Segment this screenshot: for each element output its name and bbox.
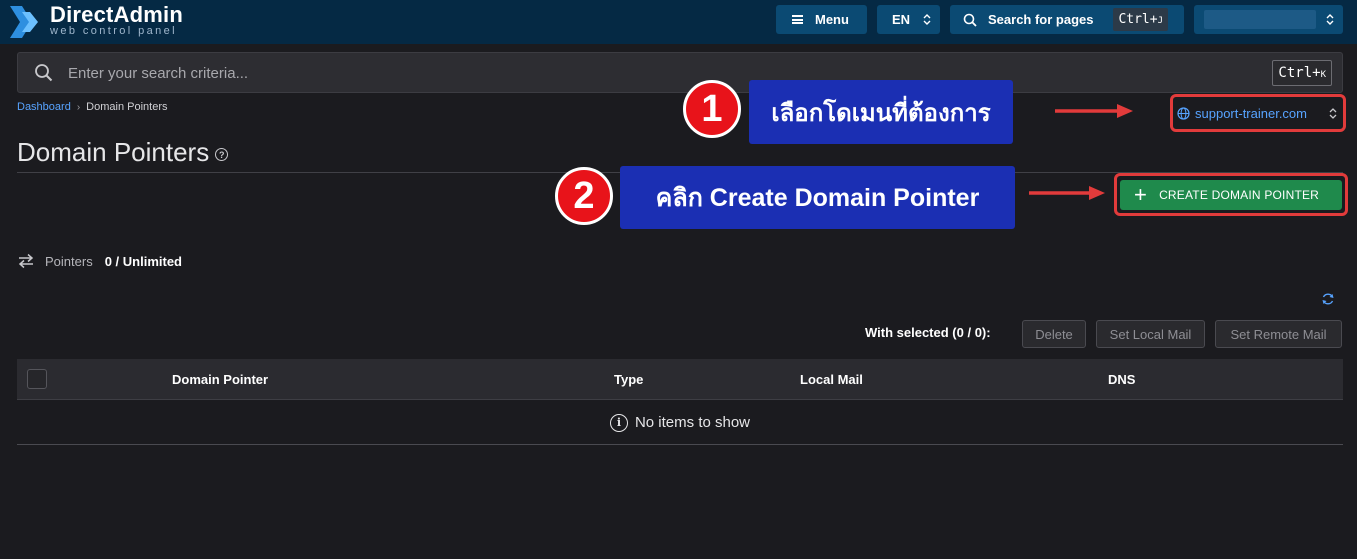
pointers-stat: Pointers 0 / Unlimited <box>17 253 182 269</box>
language-select[interactable]: EN <box>877 5 940 34</box>
directadmin-logo-icon <box>10 6 38 38</box>
step-2-callout: คลิก Create Domain Pointer <box>620 166 1015 229</box>
swap-arrows-icon <box>18 253 34 269</box>
domain-selector[interactable]: support-trainer.com <box>1177 102 1339 124</box>
select-all-checkbox[interactable] <box>27 369 47 389</box>
chevron-right-icon: › <box>76 101 81 113</box>
breadcrumb: Dashboard › Domain Pointers <box>17 101 168 113</box>
step-1-badge: 1 <box>683 80 741 138</box>
create-button-highlight: + CREATE DOMAIN POINTER <box>1114 173 1348 216</box>
pointers-label: Pointers <box>45 253 93 269</box>
brand-tagline: web control panel <box>50 25 178 37</box>
language-value: EN <box>892 12 911 27</box>
step-2-badge: 2 <box>555 167 613 225</box>
globe-icon <box>1177 106 1190 120</box>
arrow-right-icon <box>1029 186 1105 200</box>
menu-button[interactable]: Menu <box>776 5 867 34</box>
create-domain-pointer-button[interactable]: + CREATE DOMAIN POINTER <box>1120 180 1342 210</box>
delete-button[interactable]: Delete <box>1022 320 1086 348</box>
empty-message: No items to show <box>634 414 751 431</box>
search-icon <box>35 64 53 82</box>
step-1-callout: เลือกโดเมนที่ต้องการ <box>749 80 1013 144</box>
sort-arrows-icon <box>923 13 931 26</box>
column-header-dns[interactable]: DNS <box>1108 372 1135 387</box>
info-icon: i <box>609 413 628 432</box>
help-icon[interactable]: ? <box>215 148 229 161</box>
domain-selector-highlight: support-trainer.com <box>1170 94 1346 132</box>
global-search-shortcut: Ctrl+K <box>1272 60 1332 86</box>
sort-arrows-icon <box>1326 13 1334 26</box>
hamburger-icon <box>792 15 803 24</box>
breadcrumb-dashboard-link[interactable]: Dashboard <box>17 101 71 113</box>
create-button-label: CREATE DOMAIN POINTER <box>1159 188 1320 202</box>
column-header-local-mail[interactable]: Local Mail <box>800 372 863 387</box>
search-pages-button[interactable]: Search for pages Ctrl+J <box>950 5 1184 34</box>
column-header-type[interactable]: Type <box>614 372 643 387</box>
domain-selector-value: support-trainer.com <box>1195 105 1307 121</box>
top-bar: DirectAdmin web control panel Menu EN Se… <box>0 0 1357 44</box>
global-search-bar: Ctrl+K <box>17 52 1343 93</box>
refresh-icon[interactable] <box>1321 292 1335 306</box>
page-title-text: Domain Pointers <box>17 137 210 167</box>
plus-icon: + <box>1134 182 1148 207</box>
brand-logo[interactable]: DirectAdmin web control panel <box>8 2 183 40</box>
page-title: Domain Pointers ? <box>17 137 229 168</box>
arrow-right-icon <box>1055 104 1133 118</box>
breadcrumb-current: Domain Pointers <box>86 101 168 113</box>
table-header: Domain Pointer Type Local Mail DNS <box>17 359 1343 400</box>
search-pages-shortcut: Ctrl+J <box>1113 8 1168 31</box>
table-empty-row: i No items to show <box>17 401 1343 445</box>
set-local-mail-button[interactable]: Set Local Mail <box>1096 320 1205 348</box>
column-header-domain-pointer[interactable]: Domain Pointer <box>172 372 268 387</box>
sort-arrows-icon <box>1329 107 1337 120</box>
set-remote-mail-button[interactable]: Set Remote Mail <box>1215 320 1342 348</box>
search-icon <box>963 13 977 27</box>
pointers-value: 0 / Unlimited <box>104 253 182 269</box>
search-pages-label: Search for pages <box>988 12 1094 27</box>
with-selected-label: With selected (0 / 0): <box>865 325 991 340</box>
menu-label: Menu <box>815 12 849 27</box>
user-menu-button[interactable] <box>1194 5 1343 34</box>
user-name-redacted <box>1204 10 1316 29</box>
